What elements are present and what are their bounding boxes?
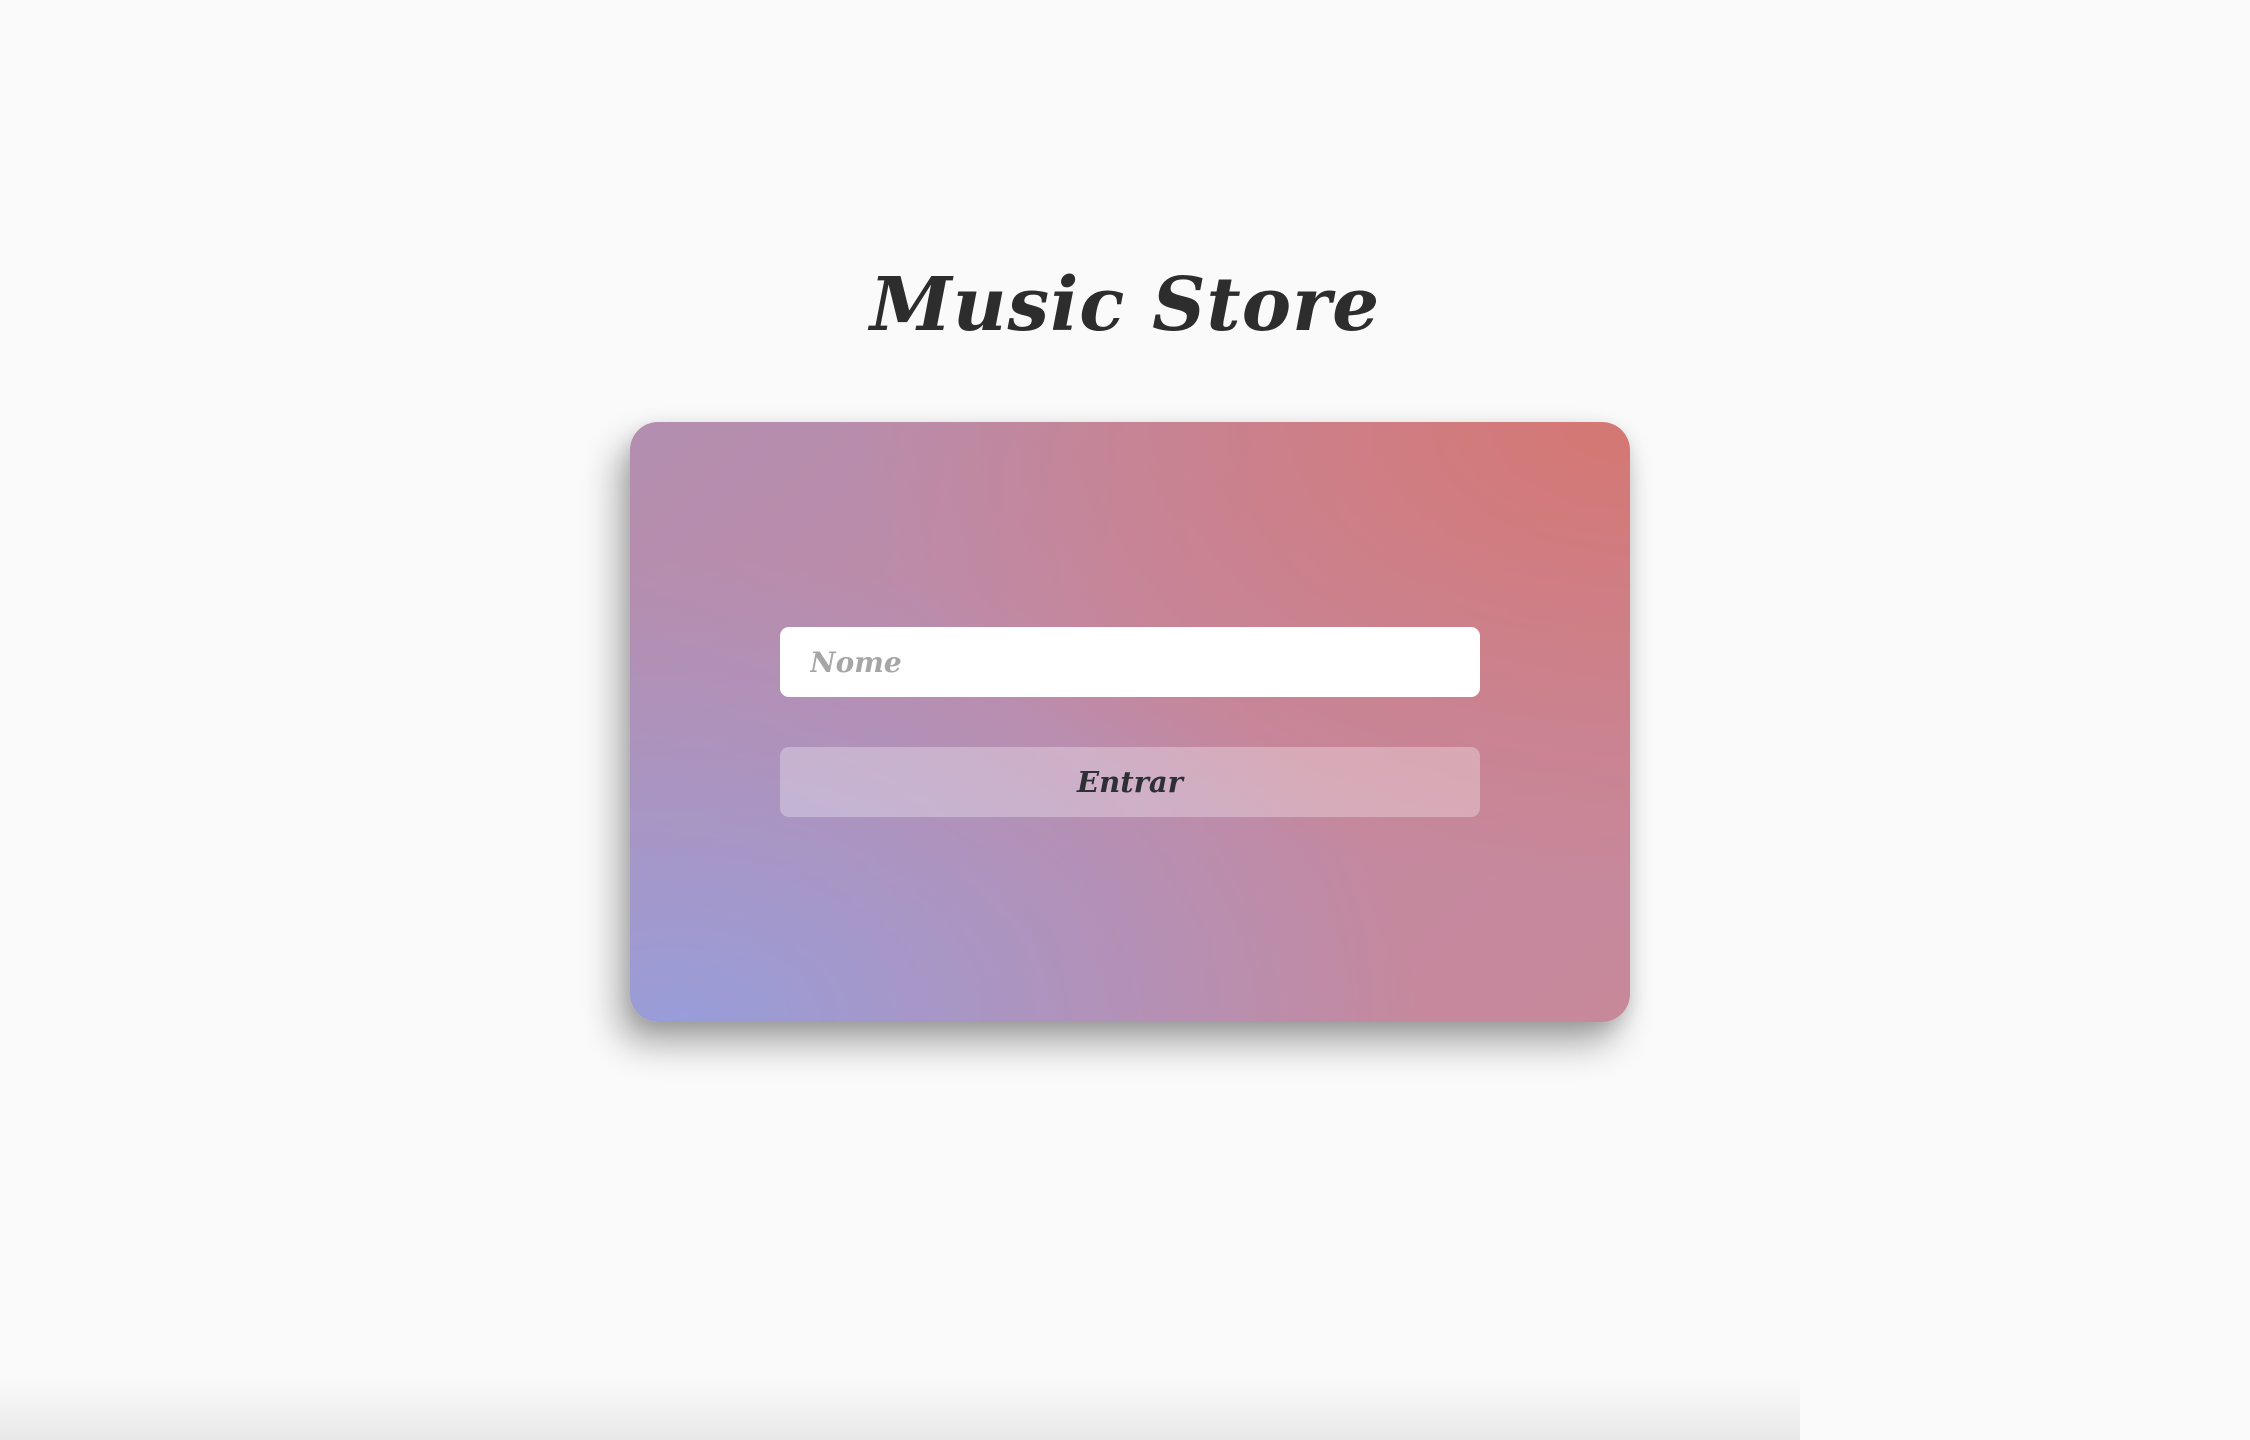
login-card: Entrar [630,422,1630,1022]
login-page: Music Store Entrar [0,0,2250,1440]
page-title: Music Store [869,261,1381,348]
enter-button[interactable]: Entrar [780,747,1480,817]
name-input[interactable] [780,627,1480,697]
bottom-edge-shadow [0,1378,1800,1440]
